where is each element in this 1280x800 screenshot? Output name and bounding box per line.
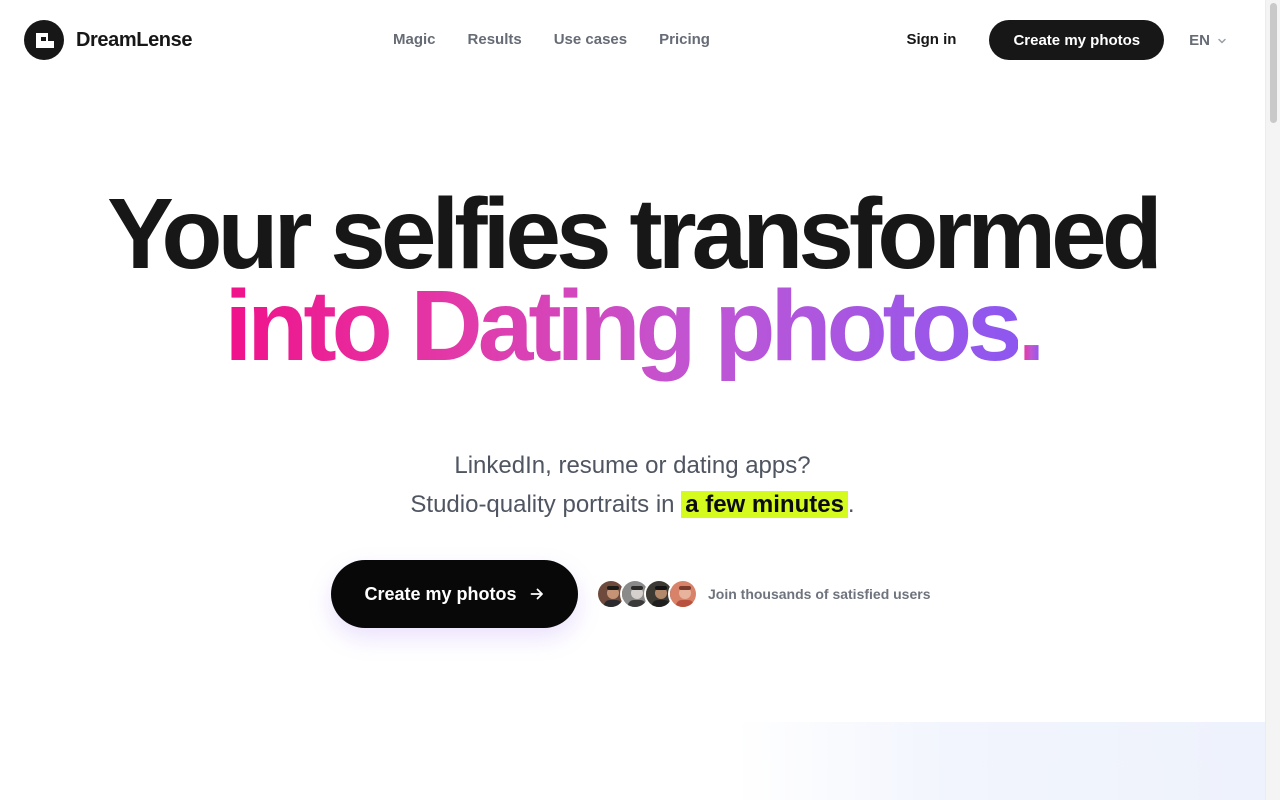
subtitle-text-after: . xyxy=(847,491,855,518)
language-label: EN xyxy=(1189,31,1210,49)
hero-title-period: . xyxy=(1017,270,1046,382)
page: DreamLense Magic Results Use cases Prici… xyxy=(0,0,1280,800)
social-proof-text: Join thousands of satisfied users xyxy=(708,586,931,602)
site-header: DreamLense Magic Results Use cases Prici… xyxy=(0,0,1265,80)
nav-item-magic[interactable]: Magic xyxy=(377,29,452,51)
scrollbar-thumb[interactable] xyxy=(1270,3,1277,123)
subtitle-highlight: a few minutes xyxy=(681,491,848,518)
hero-title-gradient-text: into Dating photos xyxy=(224,270,1023,382)
hero-create-photos-button[interactable]: Create my photos xyxy=(331,560,578,628)
main-nav: Magic Results Use cases Pricing xyxy=(377,29,726,51)
hero-title-line2: into Dating photos. xyxy=(0,276,1265,376)
dreamlense-logo-icon xyxy=(24,20,64,60)
nav-item-results[interactable]: Results xyxy=(452,29,538,51)
hero-subtitle: LinkedIn, resume or dating apps? Studio-… xyxy=(0,446,1265,524)
avatar xyxy=(668,579,698,609)
nav-item-pricing[interactable]: Pricing xyxy=(643,29,726,51)
language-selector[interactable]: EN xyxy=(1189,32,1228,49)
subtitle-text-before: Studio-quality portraits in xyxy=(410,491,675,518)
hero-subtitle-line1: LinkedIn, resume or dating apps? xyxy=(454,452,811,479)
nav-item-use-cases[interactable]: Use cases xyxy=(538,29,643,51)
header-create-photos-button[interactable]: Create my photos xyxy=(989,20,1165,60)
chevron-down-icon xyxy=(1216,34,1228,46)
hero-title: Your selfies transformed into Dating pho… xyxy=(0,178,1265,376)
user-avatars xyxy=(596,579,698,609)
brand-home-link[interactable]: DreamLense xyxy=(24,20,192,60)
hero-title-line1: Your selfies transformed xyxy=(107,178,1163,290)
arrow-right-icon xyxy=(529,586,545,602)
page-scrollbar[interactable] xyxy=(1265,0,1280,800)
hero-subtitle-line2: Studio-quality portraits in a few minute… xyxy=(0,485,1265,524)
hero-cta-label: Create my photos xyxy=(364,583,517,604)
sign-in-link[interactable]: Sign in xyxy=(906,20,956,60)
brand-name: DreamLense xyxy=(76,28,193,51)
preview-panel xyxy=(735,722,1265,800)
header-actions: Sign in Create my photos EN xyxy=(906,20,1228,60)
hero-cta-row: Create my photos Join thousands of satis… xyxy=(331,560,931,628)
